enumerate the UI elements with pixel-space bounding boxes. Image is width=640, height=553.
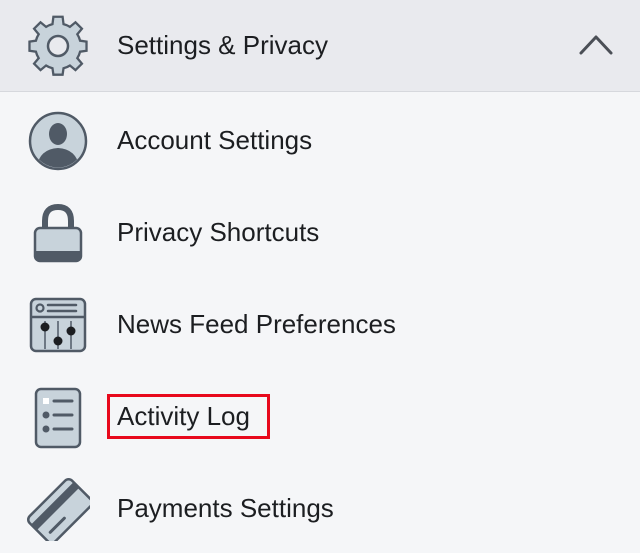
news-feed-preferences-icon (29, 297, 87, 353)
menu-item-news-feed-preferences[interactable]: News Feed Preferences (0, 277, 640, 369)
menu-item-activity-log[interactable]: Activity Log (0, 369, 640, 461)
menu-item-label: Payments Settings (117, 493, 334, 523)
menu-item-payments-settings[interactable]: Payments Settings (0, 461, 640, 553)
lock-icon (33, 203, 83, 263)
credit-card-icon (27, 478, 90, 541)
settings-privacy-title: Settings & Privacy (117, 30, 328, 60)
account-icon (28, 111, 88, 171)
activity-log-highlight-box (107, 394, 270, 439)
menu-item-label: News Feed Preferences (117, 309, 396, 339)
menu-item-label: Privacy Shortcuts (117, 217, 320, 247)
chevron-up-icon[interactable] (576, 28, 616, 60)
menu-item-privacy-shortcuts[interactable]: Privacy Shortcuts (0, 185, 640, 277)
settings-privacy-header[interactable]: Settings & Privacy (0, 0, 640, 92)
menu-item-account-settings[interactable]: Account Settings (0, 93, 640, 185)
menu-item-label: Account Settings (117, 125, 313, 155)
gear-icon (28, 15, 88, 76)
activity-log-icon (34, 387, 82, 449)
